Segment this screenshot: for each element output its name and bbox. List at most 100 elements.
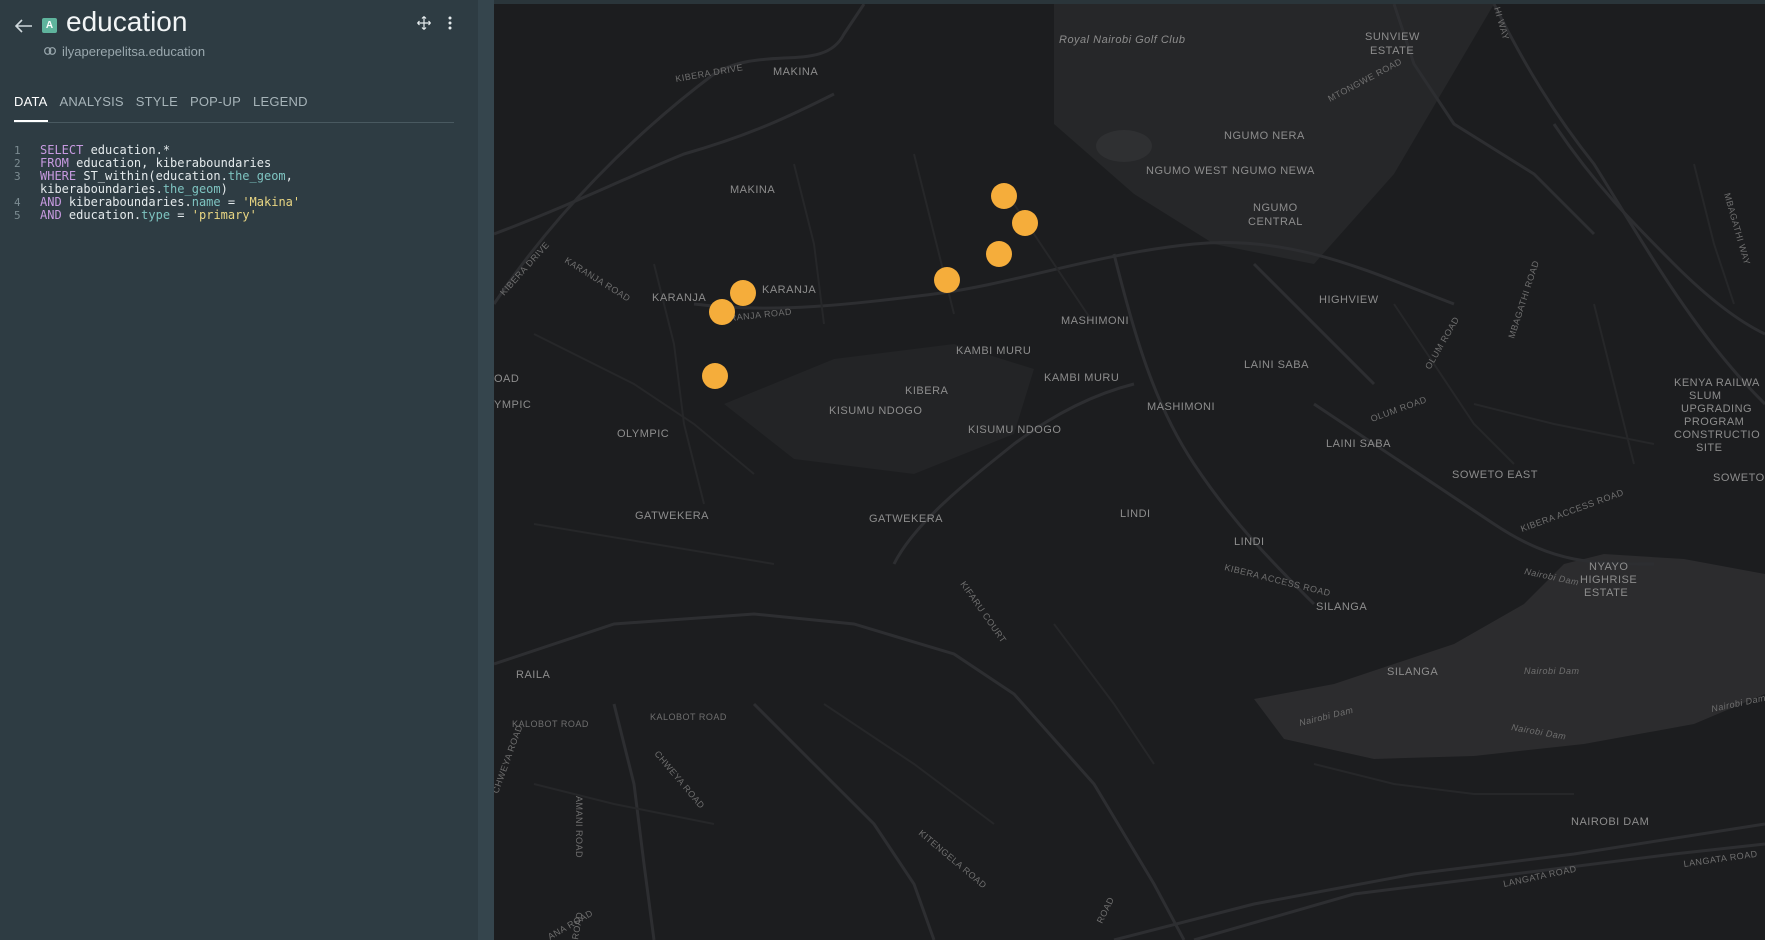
sql-text: education.*	[83, 143, 171, 157]
layer-panel: A education ilyaperepelitsa.education DA…	[0, 0, 478, 940]
line-number: 4	[14, 196, 21, 209]
school-marker[interactable]	[934, 267, 960, 293]
sql-text: =	[170, 208, 192, 222]
map-label: HI WAY	[1492, 6, 1511, 41]
sql-string: 'primary'	[191, 208, 257, 222]
map-label: KARANJA ROAD	[563, 255, 632, 304]
map-label: KIFARU COURT	[958, 579, 1008, 644]
map-label: MAKINA	[773, 66, 818, 78]
map-label: SUNVIEW	[1365, 31, 1420, 43]
sql-keyword: FROM	[40, 156, 69, 170]
line-number: 1	[14, 144, 21, 157]
nairobi-dam-water	[1254, 554, 1765, 759]
sql-text: kiberaboundaries.	[61, 195, 192, 209]
map-label: NYAYO	[1589, 561, 1628, 573]
sql-keyword: AND	[40, 208, 62, 222]
map-label: KITENGELA ROAD	[917, 828, 989, 891]
school-marker[interactable]	[709, 299, 735, 325]
map-label: NGUMO	[1253, 202, 1298, 214]
map-label: YMPIC	[494, 399, 531, 411]
map-label: GATWEKERA	[869, 513, 943, 525]
map-label: KIBERA ACCESS ROAD	[1519, 487, 1625, 534]
map-label: NGUMO WEST	[1146, 165, 1228, 177]
back-button[interactable]	[12, 14, 36, 38]
map-label: LAINI SABA	[1326, 438, 1391, 450]
map-label: SITE	[1696, 442, 1722, 454]
line-number: 3	[14, 170, 21, 183]
map-label: MBAGATHI ROAD	[1506, 259, 1541, 339]
tab-style[interactable]: STYLE	[136, 92, 178, 120]
school-marker[interactable]	[730, 280, 756, 306]
sql-text: ST_within(education.	[76, 169, 228, 183]
header-actions	[415, 14, 459, 32]
line-number: 2	[14, 157, 21, 170]
map-label: MBAGATHI WAY	[1722, 192, 1752, 266]
map-label: NAIROBI DAM	[1571, 816, 1649, 828]
move-icon	[417, 16, 431, 30]
map-label: SOWETO EAST	[1452, 469, 1538, 481]
map-label: MASHIMONI	[1147, 401, 1215, 413]
map-label: OLYMPIC	[617, 428, 669, 440]
sql-text: ,	[285, 169, 293, 183]
move-button[interactable]	[415, 14, 433, 32]
panel-divider[interactable]	[478, 0, 494, 940]
map-label: NGUMO NERA	[1224, 130, 1305, 142]
map-canvas[interactable]: Royal Nairobi Golf Club SUNVIEW ESTATE K…	[494, 4, 1765, 940]
more-options-button[interactable]	[441, 14, 459, 32]
map-label: MAKINA	[730, 184, 775, 196]
school-marker[interactable]	[991, 183, 1017, 209]
map-label: KARANJA	[652, 292, 706, 304]
school-marker[interactable]	[1012, 210, 1038, 236]
code-line: 5 AND education.type = 'primary'	[14, 208, 464, 223]
back-arrow-icon	[15, 19, 32, 33]
map-label: SILANGA	[1316, 601, 1367, 613]
sql-keyword: WHERE	[40, 169, 77, 183]
sql-text: education, kiberaboundaries	[68, 156, 272, 170]
map-label: KENYA RAILWA	[1674, 377, 1760, 389]
basemap: Royal Nairobi Golf Club SUNVIEW ESTATE K…	[494, 4, 1765, 940]
map-label: SLUM	[1689, 390, 1722, 402]
school-marker[interactable]	[702, 363, 728, 389]
map-label: NGUMO NEWA	[1232, 165, 1315, 177]
map-label: LANGATA ROAD	[1502, 864, 1577, 889]
sql-field: name	[191, 195, 221, 209]
dataset-source[interactable]: ilyaperepelitsa.education	[44, 44, 205, 59]
map-label: KIBERA DRIVE	[675, 62, 744, 84]
map-label: LINDI	[1234, 536, 1265, 548]
school-marker[interactable]	[986, 241, 1012, 267]
map-label: AMANI ROAD	[574, 796, 584, 858]
map-label: Nairobi Dam	[1524, 666, 1580, 676]
map-label: KIBERA	[905, 385, 949, 397]
map-label: GATWEKERA	[635, 510, 709, 522]
map-label: KAMBI MURU	[956, 345, 1031, 357]
map-label: OLUM ROAD	[1369, 394, 1428, 424]
map-label: PROGRAM	[1684, 416, 1744, 428]
pond-shape	[1096, 130, 1152, 162]
sql-field: the_geom	[227, 169, 286, 183]
sql-editor[interactable]: 1 SELECT education.* 2 FROM education, k…	[14, 143, 464, 223]
sql-string: 'Makina'	[242, 195, 301, 209]
map-label: LINDI	[1120, 508, 1151, 520]
layer-letter-badge: A	[42, 18, 57, 33]
sql-text: kiberaboundaries.	[40, 182, 163, 196]
sql-text: =	[220, 195, 243, 209]
map-label: RAILA	[516, 669, 550, 681]
map-label: HIGHRISE	[1580, 574, 1637, 586]
layer-tabs: DATA ANALYSIS STYLE POP-UP LEGEND	[14, 92, 454, 123]
tab-analysis[interactable]: ANALYSIS	[60, 92, 124, 120]
sql-text: )	[220, 182, 228, 196]
line-number: 5	[14, 209, 21, 222]
map-label: CONSTRUCTIO	[1674, 429, 1760, 441]
map-label: CENTRAL	[1248, 216, 1303, 228]
app-window: A education ilyaperepelitsa.education DA…	[0, 0, 1765, 940]
vertical-ellipsis-icon	[448, 16, 452, 30]
map-label: ROAD	[1095, 895, 1116, 925]
tab-data[interactable]: DATA	[14, 92, 48, 122]
tab-popup[interactable]: POP-UP	[190, 92, 241, 120]
layer-title[interactable]: education	[66, 6, 187, 38]
tab-legend[interactable]: LEGEND	[253, 92, 308, 120]
sql-keyword: AND	[40, 195, 62, 209]
map-label: MASHIMONI	[1061, 315, 1129, 327]
map-label: ESTATE	[1370, 45, 1414, 57]
sql-text: education.	[61, 208, 142, 222]
